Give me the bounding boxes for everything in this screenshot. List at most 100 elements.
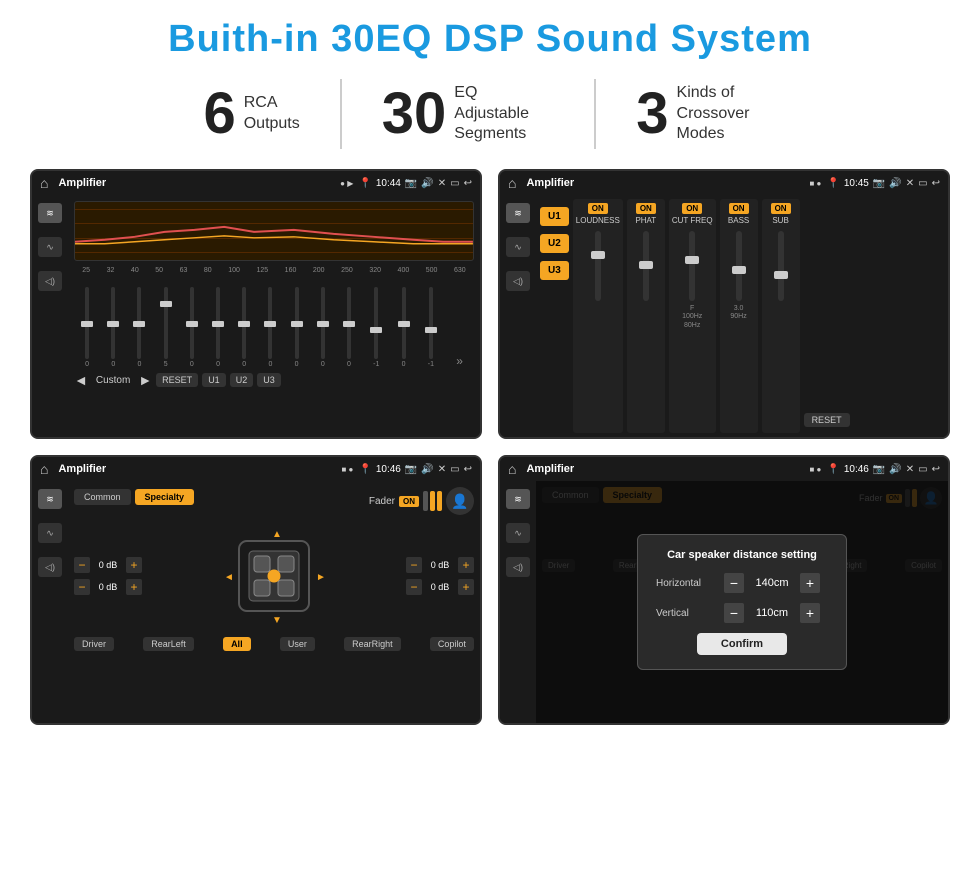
eq-topbar-icons: 📍 10:44 📷 🔊 ✕ ▭ ↩ [359, 178, 472, 189]
eq-slider-thumb-1[interactable] [81, 321, 93, 327]
eq-slider-thumb-8[interactable] [264, 321, 276, 327]
amp-phat-thumb[interactable] [639, 261, 653, 269]
eq-slider-track-8[interactable] [268, 287, 272, 359]
amp-back-icon[interactable]: ↩ [932, 178, 940, 189]
eq-next-button[interactable]: ► [138, 372, 152, 388]
fader-user-icon[interactable]: 👤 [446, 487, 474, 515]
eq-slider-thumb-14[interactable] [425, 327, 437, 333]
fader-user-button[interactable]: User [280, 637, 315, 651]
fader-all-button[interactable]: All [223, 637, 251, 651]
eq-more-icon[interactable]: » [456, 354, 463, 368]
eq-slider-thumb-10[interactable] [317, 321, 329, 327]
eq-sidebar-wave-icon[interactable]: ∿ [38, 237, 62, 257]
eq-slider-track-10[interactable] [321, 287, 325, 359]
eq-slider-thumb-5[interactable] [186, 321, 198, 327]
dist-vertical-plus-button[interactable]: + [800, 603, 820, 623]
amp-sidebar-eq-icon[interactable]: ≋ [506, 203, 530, 223]
eq-slider-thumb-3[interactable] [133, 321, 145, 327]
fader-home-icon[interactable]: ⌂ [40, 461, 48, 477]
eq-topbar-title: Amplifier [58, 177, 106, 189]
eq-u1-button[interactable]: U1 [202, 373, 226, 387]
eq-u3-button[interactable]: U3 [257, 373, 281, 387]
amp-bass-col: ON BASS 3.0 90Hz [720, 199, 758, 433]
fader-db-minus-2[interactable]: − [74, 579, 90, 595]
fader-hslider-2[interactable] [430, 491, 435, 511]
fader-db-plus-2[interactable]: + [126, 579, 142, 595]
eq-prev-button[interactable]: ◄ [74, 372, 88, 388]
amp-sub-slider[interactable] [778, 231, 784, 301]
eq-slider-thumb-12[interactable] [370, 327, 382, 333]
fader-db-minus-4[interactable]: − [406, 579, 422, 595]
fader-rearleft-button[interactable]: RearLeft [143, 637, 194, 651]
dist-back-icon[interactable]: ↩ [932, 464, 940, 475]
amp-reset-button[interactable]: RESET [804, 413, 850, 427]
dist-sidebar-wave-icon[interactable]: ∿ [506, 523, 530, 543]
fader-tab-specialty[interactable]: Specialty [135, 489, 195, 505]
dist-home-icon[interactable]: ⌂ [508, 461, 516, 477]
fader-tab-common[interactable]: Common [74, 489, 131, 505]
eq-slider-track-4[interactable] [164, 287, 168, 359]
eq-slider-thumb-7[interactable] [238, 321, 250, 327]
fader-driver-button[interactable]: Driver [74, 637, 114, 651]
eq-slider-track-2[interactable] [111, 287, 115, 359]
amp-u1-button[interactable]: U1 [540, 207, 569, 226]
fader-db-minus-1[interactable]: − [74, 557, 90, 573]
fader-db-minus-3[interactable]: − [406, 557, 422, 573]
fader-sidebar-wave-icon[interactable]: ∿ [38, 523, 62, 543]
fader-sidebar-speaker-icon[interactable]: ◁) [38, 557, 62, 577]
amp-bass-slider[interactable] [736, 231, 742, 301]
fader-db-plus-1[interactable]: + [126, 557, 142, 573]
eq-sidebar-speaker-icon[interactable]: ◁) [38, 271, 62, 291]
fader-db-plus-3[interactable]: + [458, 557, 474, 573]
eq-slider-thumb-2[interactable] [107, 321, 119, 327]
eq-slider-track-14[interactable] [429, 287, 433, 359]
amp-sidebar-wave-icon[interactable]: ∿ [506, 237, 530, 257]
dist-horizontal-minus-button[interactable]: − [724, 573, 744, 593]
eq-slider-track-13[interactable] [402, 287, 406, 359]
eq-slider-thumb-11[interactable] [343, 321, 355, 327]
fader-rearright-button[interactable]: RearRight [344, 637, 401, 651]
amp-home-icon[interactable]: ⌂ [508, 175, 516, 191]
eq-slider-thumb-6[interactable] [212, 321, 224, 327]
fader-hslider-3[interactable] [437, 491, 442, 511]
fader-sidebar-eq-icon[interactable]: ≋ [38, 489, 62, 509]
page-title: Buith-in 30EQ DSP Sound System [30, 18, 950, 61]
eq-home-icon[interactable]: ⌂ [40, 175, 48, 191]
amp-cutfreq-thumb[interactable] [685, 256, 699, 264]
amp-u2-button[interactable]: U2 [540, 234, 569, 253]
eq-slider-track-5[interactable] [190, 287, 194, 359]
amp-sidebar-speaker-icon[interactable]: ◁) [506, 271, 530, 291]
eq-sidebar-eq-icon[interactable]: ≋ [38, 203, 62, 223]
dist-vertical-minus-button[interactable]: − [724, 603, 744, 623]
eq-slider-thumb-9[interactable] [291, 321, 303, 327]
eq-back-icon[interactable]: ↩ [464, 178, 472, 189]
dist-horizontal-plus-button[interactable]: + [800, 573, 820, 593]
eq-u2-button[interactable]: U2 [230, 373, 254, 387]
amp-cutfreq-slider[interactable] [689, 231, 695, 301]
fader-copilot-button[interactable]: Copilot [430, 637, 474, 651]
eq-slider-thumb-13[interactable] [398, 321, 410, 327]
amp-u3-button[interactable]: U3 [540, 261, 569, 280]
fader-volume-icon: 🔊 [421, 464, 433, 475]
dist-sidebar-speaker-icon[interactable]: ◁) [506, 557, 530, 577]
eq-slider-track-12[interactable] [374, 287, 378, 359]
amp-sub-thumb[interactable] [774, 271, 788, 279]
eq-slider-thumb-4[interactable] [160, 301, 172, 307]
eq-slider-track-3[interactable] [137, 287, 141, 359]
eq-val-3: 0 [138, 361, 142, 368]
eq-slider-track-1[interactable] [85, 287, 89, 359]
amp-loudness-thumb[interactable] [591, 251, 605, 259]
eq-slider-track-6[interactable] [216, 287, 220, 359]
amp-phat-slider[interactable] [643, 231, 649, 301]
eq-slider-track-7[interactable] [242, 287, 246, 359]
amp-bass-thumb[interactable] [732, 266, 746, 274]
dist-sidebar-eq-icon[interactable]: ≋ [506, 489, 530, 509]
eq-slider-track-11[interactable] [347, 287, 351, 359]
eq-slider-track-9[interactable] [295, 287, 299, 359]
fader-db-plus-4[interactable]: + [458, 579, 474, 595]
fader-back-icon[interactable]: ↩ [464, 464, 472, 475]
dist-confirm-button[interactable]: Confirm [697, 633, 787, 655]
amp-loudness-slider[interactable] [595, 231, 601, 301]
eq-reset-button[interactable]: RESET [156, 373, 198, 387]
fader-hslider-1[interactable] [423, 491, 428, 511]
